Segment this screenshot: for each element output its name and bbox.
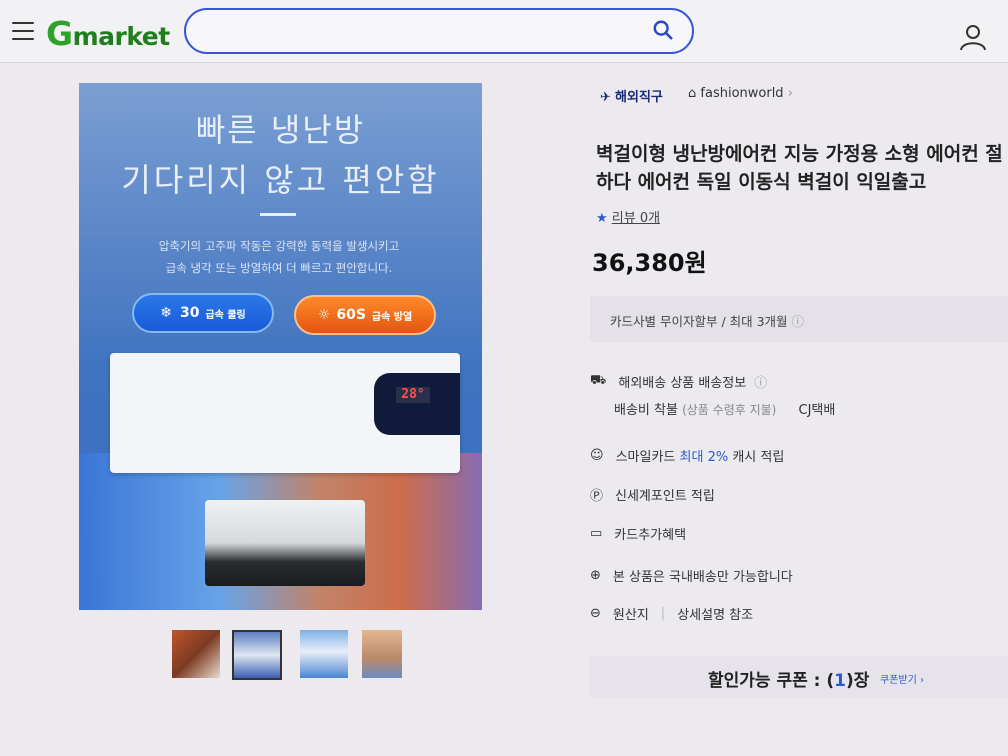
origin-row: ⊖ 원산지 | 상세설명 참조: [590, 604, 753, 623]
product-title: 벽걸이형 냉난방에어컨 지능 가정용 소형 에어컨 절 하다 에어컨 독일 이동…: [596, 140, 1008, 196]
shipping-fee: 배송비 착불: [614, 403, 678, 418]
search-box: [184, 8, 694, 54]
hero-divider: [260, 213, 296, 216]
cool-label: 급속 쿨링: [205, 309, 246, 321]
menu-icon[interactable]: [12, 22, 34, 40]
coupon-count: 1: [834, 671, 847, 691]
vent-closeup: [205, 500, 365, 586]
main-product-image[interactable]: 빠른 냉난방 기다리지 않고 편안함 압축기의 고주파 작동은 강력한 동력을 …: [79, 83, 482, 610]
domestic-shipping-row: ⊕ 본 상품은 국내배송만 가능합니다: [590, 566, 793, 585]
shinsegae-point-row: Ⓟ 신세계포인트 적립: [590, 485, 715, 504]
product-title-line-2: 하다 에어컨 독일 이동식 벽걸이 익일출고: [596, 171, 927, 193]
cooling-badge: ❄ 30 급속 쿨링: [132, 293, 274, 333]
credit-card-icon: ▭: [590, 526, 603, 541]
card-benefit-label: 카드추가혜택: [614, 528, 687, 543]
sun-icon: ☼: [317, 307, 331, 323]
card-installment-label: 카드사별 무이자할부 / 최대 3개월: [610, 314, 788, 329]
shipping-fee-note: (상품 수령후 지불): [682, 403, 777, 417]
globe-icon: ⊕: [590, 568, 601, 583]
product-price: 36,380원: [592, 249, 707, 277]
coupon-download-link[interactable]: 쿠폰받기 ›: [880, 671, 924, 686]
coupon-text: 할인가능 쿠폰 : (1)장: [708, 666, 869, 691]
search-icon[interactable]: [652, 19, 674, 41]
point-icon: Ⓟ: [590, 489, 604, 504]
air-conditioner-unit: 28°: [110, 353, 460, 473]
gmarket-logo[interactable]: Gmarket: [46, 14, 170, 53]
info-icon[interactable]: ⓘ: [792, 314, 805, 329]
truck-icon: ⛟: [590, 373, 607, 388]
cool-value: 30: [179, 305, 200, 321]
card-installment-text: 카드사별 무이자할부 / 최대 3개월 ⓘ: [610, 311, 804, 330]
review-count: 리뷰 0개: [611, 211, 661, 226]
control-panel: 28°: [374, 373, 460, 435]
plane-icon: ✈: [600, 90, 611, 105]
thumbnail-2[interactable]: [232, 630, 282, 680]
shop-link[interactable]: ⌂ fashionworld ›: [688, 86, 793, 101]
product-title-line-1: 벽걸이형 냉난방에어컨 지능 가정용 소형 에어컨 절: [596, 143, 1003, 165]
origin-value: 상세설명 참조: [677, 608, 754, 623]
smile-card-suffix: 캐시 적립: [732, 450, 785, 465]
shipping-info-icon[interactable]: ⓘ: [754, 372, 767, 391]
overseas-tag: 해외직구: [615, 90, 663, 105]
heat-label: 급속 방열: [371, 311, 413, 323]
shipping-title: 해외배송 상품 배송정보: [618, 376, 747, 391]
shop-name: fashionworld: [700, 86, 784, 101]
header-divider: [0, 62, 1008, 71]
home-icon: ⌂: [688, 86, 697, 101]
hero-desc-2: 급속 냉각 또는 방열하여 더 빠르고 편안합니다.: [165, 261, 393, 275]
thumbnail-4[interactable]: [362, 630, 402, 678]
review-link[interactable]: ★ 리뷰 0개: [596, 207, 660, 226]
heat-value: 60S: [336, 307, 366, 323]
top-header: Gmarket: [0, 0, 1008, 62]
origin-label: 원산지: [612, 608, 649, 623]
shipping-fee-row: 배송비 착불 (상품 수령후 지불) CJ택배: [614, 399, 835, 418]
courier-name: CJ택배: [798, 403, 836, 418]
smile-card-label: 스마일카드: [615, 450, 676, 465]
logo-g: G: [46, 14, 73, 53]
seller-tag-row: ✈ 해외직구 ⌂ fashionworld ›: [600, 86, 793, 105]
coupon-bar: 할인가능 쿠폰 : (1)장 쿠폰받기 ›: [590, 656, 1008, 698]
origin-divider: |: [660, 606, 666, 621]
smile-card-row: ☺ 스마일카드 최대 2% 캐시 적립: [590, 446, 784, 465]
card-benefit-row[interactable]: ▭ 카드추가혜택: [590, 524, 686, 543]
search-input[interactable]: [202, 20, 626, 42]
chevron-right-icon: ›: [787, 86, 793, 101]
shipping-info-row: ⛟ 해외배송 상품 배송정보 ⓘ: [590, 372, 767, 391]
coupon-prefix: 할인가능 쿠폰 : (: [708, 671, 835, 691]
thumbnail-3[interactable]: [300, 630, 348, 678]
heating-badge: ☼ 60S 급속 방열: [294, 295, 436, 335]
card-installment-box: 카드사별 무이자할부 / 최대 3개월 ⓘ: [590, 296, 1008, 342]
shinsegae-label: 신세계포인트 적립: [615, 489, 715, 504]
hero-line-2: 기다리지 않고 편안함: [121, 161, 440, 199]
hero-line-1: 빠른 냉난방: [195, 111, 366, 149]
user-icon[interactable]: [958, 22, 988, 52]
coupon-suffix: )장: [846, 671, 870, 691]
smile-card-rate: 최대 2%: [679, 450, 729, 465]
domestic-shipping-label: 본 상품은 국내배송만 가능합니다: [612, 570, 793, 585]
hero-desc-1: 압축기의 고주파 작동은 강력한 동력을 발생시키고: [158, 239, 400, 253]
snowflake-icon: ❄: [160, 305, 172, 321]
smile-card-icon: ☺: [590, 448, 604, 463]
star-icon: ★: [596, 211, 608, 226]
magnifier-icon: ⊖: [590, 606, 601, 621]
thumbnail-1[interactable]: [172, 630, 220, 678]
logo-text: market: [72, 22, 171, 51]
temp-display: 28°: [396, 387, 430, 403]
